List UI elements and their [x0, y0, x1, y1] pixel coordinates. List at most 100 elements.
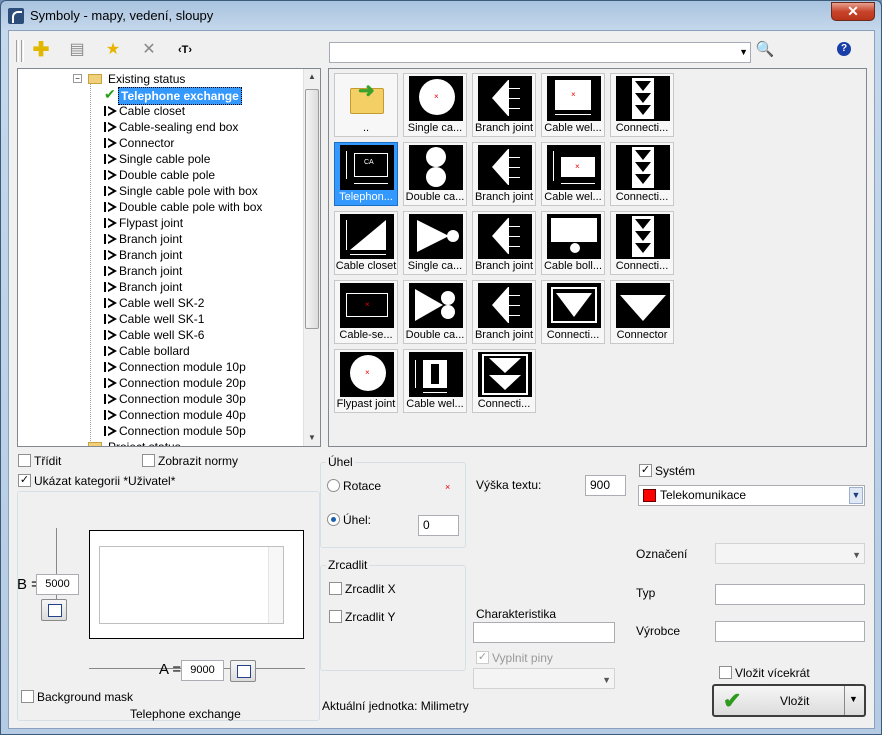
checkbox-box[interactable]	[21, 690, 34, 704]
symbol-cell[interactable]: Double ca...	[403, 280, 467, 344]
checkmark-icon[interactable]: ✓	[18, 474, 31, 488]
tree-item[interactable]: Cable closet	[18, 103, 318, 119]
checkbox-box[interactable]	[329, 582, 342, 596]
checkmark-icon[interactable]: ✓	[639, 464, 652, 478]
sort-checkbox[interactable]: Třídit	[18, 454, 61, 468]
title-bar[interactable]: Symboly - mapy, vedení, sloupy ✕	[1, 1, 881, 29]
tree-item[interactable]: Cable well SK-2	[18, 295, 318, 311]
tree-item[interactable]: Cable well SK-1	[18, 311, 318, 327]
chevron-down-icon[interactable]: ▼	[852, 548, 861, 563]
tree-item[interactable]: Branch joint	[18, 263, 318, 279]
symbol-cell[interactable]: Connecti...	[472, 349, 536, 413]
designation-combo[interactable]: ▼	[715, 543, 865, 564]
symbol-cell[interactable]: Branch joint	[472, 280, 536, 344]
fill-pins-combo[interactable]: ▼	[473, 668, 615, 689]
scroll-down-icon[interactable]: ▼	[304, 430, 320, 446]
symbol-cell[interactable]: Connecti...	[610, 142, 674, 206]
symbol-cell[interactable]: × Cable wel...	[541, 142, 605, 206]
tree-folder[interactable]: − Existing status	[18, 71, 318, 87]
fill-pins-checkbox[interactable]: ✓ Vyplnit piny	[476, 651, 553, 665]
search-input[interactable]: ▼	[329, 42, 751, 63]
tree-item[interactable]: Connection module 50p	[18, 423, 318, 439]
checkbox-box[interactable]	[329, 610, 342, 624]
checkbox-box[interactable]	[18, 454, 31, 468]
tree-item[interactable]: Connection module 20p	[18, 375, 318, 391]
angle-input[interactable]: 0	[418, 515, 459, 536]
tree-item[interactable]: Branch joint	[18, 231, 318, 247]
text-height-input[interactable]: 900	[585, 475, 626, 496]
symbol-cell[interactable]: Connector	[610, 280, 674, 344]
characteristic-input[interactable]	[473, 622, 615, 643]
type-input[interactable]	[715, 584, 865, 605]
tree-item[interactable]: Branch joint	[18, 279, 318, 295]
tree-item[interactable]: Connection module 40p	[18, 407, 318, 423]
tree-item[interactable]: Double cable pole	[18, 167, 318, 183]
mirror-x-checkbox[interactable]: Zrcadlit X	[329, 582, 396, 596]
add-icon[interactable]: ✚	[29, 39, 53, 61]
system-combo[interactable]: Telekomunikace ▼	[638, 485, 865, 506]
b-value-input[interactable]: 5000	[36, 574, 79, 595]
preview-scrollbar[interactable]	[268, 547, 283, 623]
angle-radio[interactable]: Úhel:	[327, 513, 371, 527]
radio-circle[interactable]	[327, 513, 340, 527]
symbol-cell[interactable]: × Single ca...	[403, 73, 467, 137]
symbol-cell[interactable]: Connecti...	[610, 73, 674, 137]
pick-a-button[interactable]	[230, 660, 256, 682]
toolbar-grip[interactable]	[16, 40, 19, 62]
checkbox-box[interactable]	[719, 666, 732, 680]
close-button[interactable]: ✕	[831, 2, 875, 21]
symbol-cell[interactable]: Cable boll...	[541, 211, 605, 275]
tree-item[interactable]: Cable bollard	[18, 343, 318, 359]
collapse-icon[interactable]: −	[73, 74, 82, 83]
symbol-cell[interactable]: Connecti...	[541, 280, 605, 344]
tree-item[interactable]: Connection module 10p	[18, 359, 318, 375]
symbol-cell[interactable]: Branch joint	[472, 142, 536, 206]
insert-multiple-checkbox[interactable]: Vložit vícekrát	[719, 666, 810, 680]
preview-list[interactable]	[99, 546, 284, 624]
symbol-cell[interactable]: CA Telephon...	[334, 142, 398, 206]
a-value-input[interactable]: 9000	[181, 660, 224, 681]
tree-item[interactable]: Cable-sealing end box	[18, 119, 318, 135]
insert-button[interactable]: ✔ Vložit ▼	[712, 684, 866, 717]
help-icon[interactable]: ?	[837, 42, 851, 56]
chevron-down-icon[interactable]: ▼	[739, 47, 748, 57]
rotation-radio[interactable]: Rotace	[327, 479, 381, 493]
symbol-cell[interactable]: × Cable-se...	[334, 280, 398, 344]
tree-item[interactable]: Branch joint	[18, 247, 318, 263]
symbol-cell[interactable]: × Cable wel...	[541, 73, 605, 137]
tree-item[interactable]: Cable well SK-6	[18, 327, 318, 343]
tree-item[interactable]: Single cable pole	[18, 151, 318, 167]
symbol-cell[interactable]: Connecti...	[610, 211, 674, 275]
symbol-cell[interactable]: Double ca...	[403, 142, 467, 206]
symbol-cell[interactable]: Branch joint	[472, 211, 536, 275]
tree-item[interactable]: Connector	[18, 135, 318, 151]
symbol-cell[interactable]: Cable closet	[334, 211, 398, 275]
manufacturer-input[interactable]	[715, 621, 865, 642]
symbol-cell[interactable]: Cable wel...	[403, 349, 467, 413]
chevron-down-icon[interactable]: ▼	[602, 673, 611, 688]
system-checkbox[interactable]: ✓ Systém	[639, 464, 695, 478]
symbol-cell[interactable]: ➜..	[334, 73, 398, 137]
search-icon[interactable]: 🔍	[753, 39, 777, 61]
chevron-down-icon[interactable]: ▼	[849, 487, 863, 504]
mirror-y-checkbox[interactable]: Zrcadlit Y	[329, 610, 395, 624]
show-norms-checkbox[interactable]: Zobrazit normy	[142, 454, 238, 468]
tree-item[interactable]: ✔ Telephone exchange	[18, 86, 318, 105]
show-category-checkbox[interactable]: ✓ Ukázat kategorii *Uživatel*	[18, 474, 175, 488]
tree-item[interactable]: Flypast joint	[18, 215, 318, 231]
chevron-down-icon[interactable]: ▼	[849, 694, 858, 704]
tree-item[interactable]: Single cable pole with box	[18, 183, 318, 199]
checkmark-icon[interactable]: ✓	[476, 651, 489, 665]
properties-icon[interactable]: ▤	[65, 39, 89, 61]
tree-scrollbar[interactable]: ▲ ▼	[303, 69, 320, 446]
radio-circle[interactable]	[327, 479, 340, 493]
scroll-thumb[interactable]	[305, 89, 319, 329]
delete-icon[interactable]: ✕	[137, 39, 161, 61]
symbol-cell[interactable]: Branch joint	[472, 73, 536, 137]
background-mask-checkbox[interactable]: Background mask	[21, 690, 133, 704]
symbol-tree[interactable]: − Existing status ✔ Telephone exchange Cab…	[17, 68, 321, 447]
checkbox-box[interactable]	[142, 454, 155, 468]
favorite-star-icon[interactable]: ★	[101, 39, 125, 61]
pick-b-button[interactable]	[41, 599, 67, 621]
text-icon[interactable]: ‹T›	[173, 39, 197, 61]
